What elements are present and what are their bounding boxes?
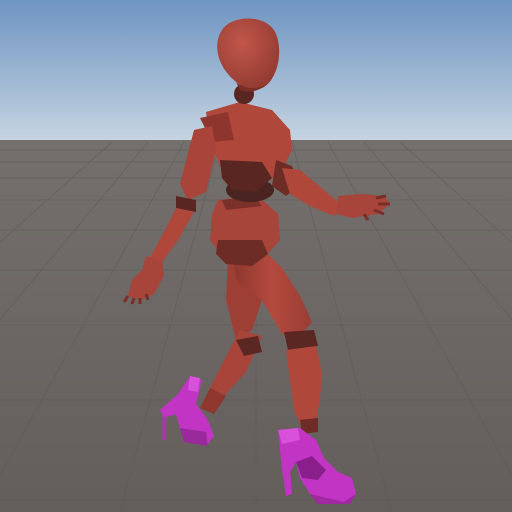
game-viewport[interactable] — [0, 0, 512, 512]
scene-canvas[interactable] — [0, 0, 512, 512]
